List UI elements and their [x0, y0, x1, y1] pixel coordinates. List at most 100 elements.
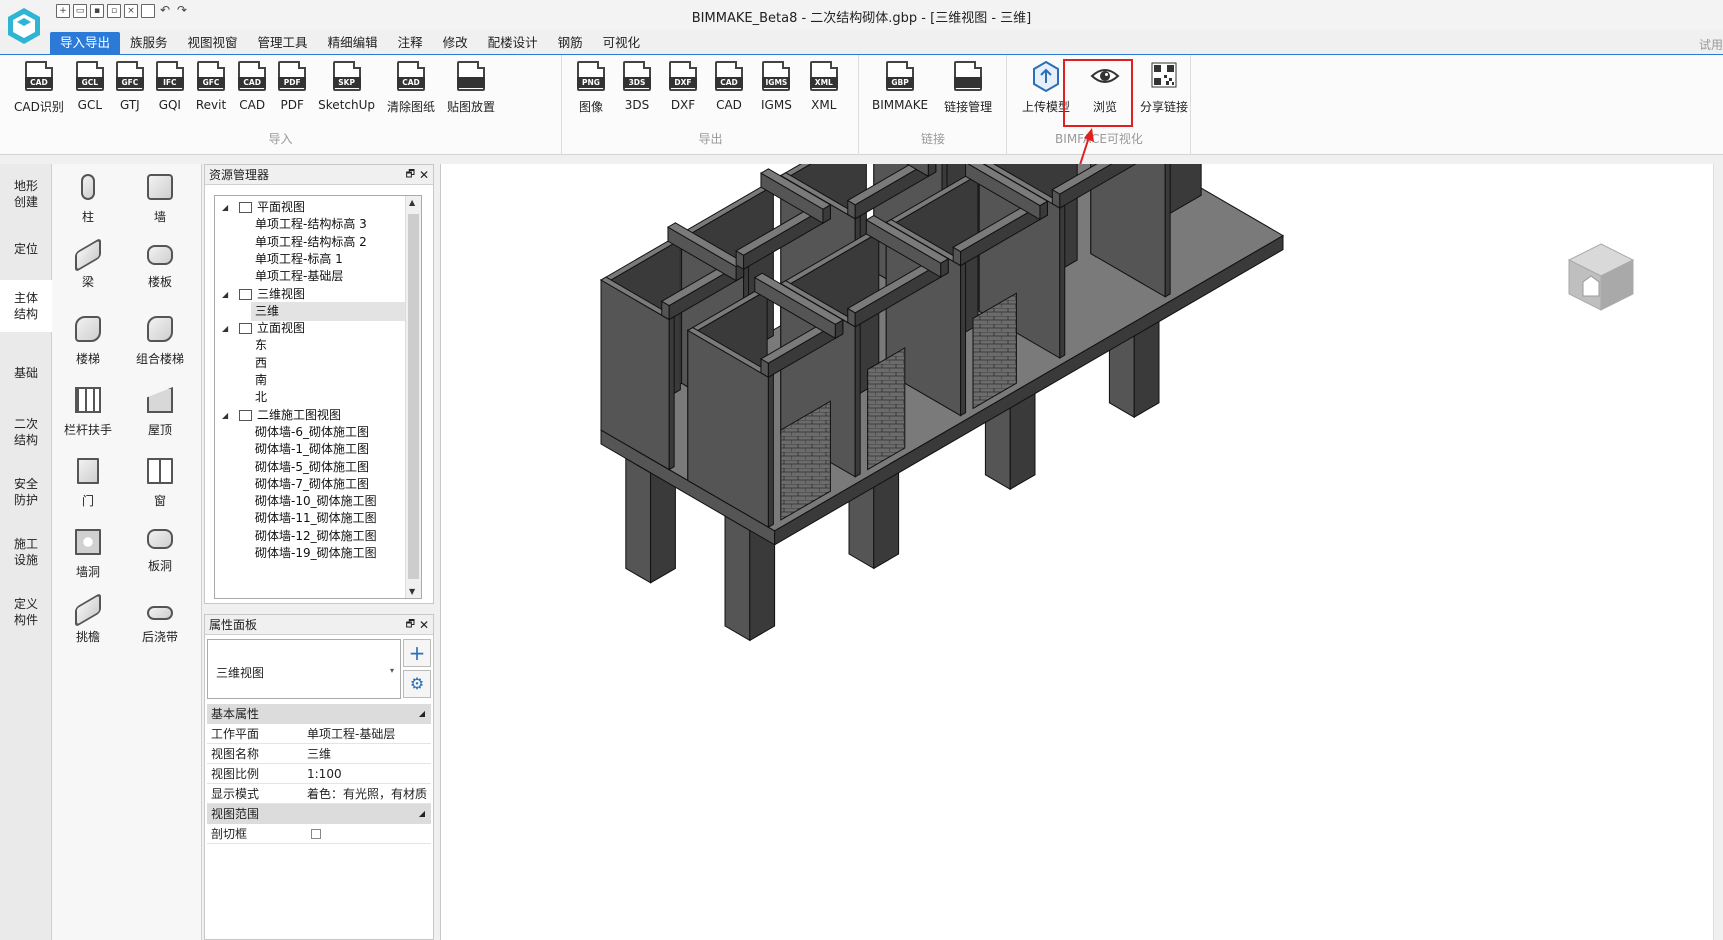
tab-family-service[interactable]: 族服务 — [120, 32, 178, 54]
column-icon — [81, 174, 95, 200]
property-value[interactable]: 单项工程-基础层 — [307, 724, 395, 744]
scroll-up-icon[interactable]: ▲ — [409, 198, 415, 207]
tree-leaf-node[interactable]: 三维 — [251, 301, 421, 321]
rail-construction-facility[interactable]: 施工设施 — [0, 532, 52, 572]
property-value[interactable]: 1:100 — [307, 764, 342, 784]
tab-annotate[interactable]: 注释 — [388, 32, 433, 54]
scroll-down-icon[interactable]: ▼ — [409, 587, 415, 596]
close-icon[interactable]: ✕ — [419, 615, 429, 635]
gcl-import-button[interactable]: GCL GCL — [74, 59, 106, 115]
link-manage-button[interactable]: 链接管理 — [942, 59, 994, 115]
export-xml-button[interactable]: XML XML — [808, 59, 840, 115]
palette-column[interactable]: 柱 — [52, 174, 124, 225]
add-type-button[interactable]: + — [403, 639, 431, 667]
tree-node-label: 东 — [255, 338, 268, 353]
palette-post-pour-strip[interactable]: 后浇带 — [124, 600, 196, 645]
palette-combined-stairs[interactable]: 组合楼梯 — [124, 316, 196, 367]
pdf-icon: PDF — [278, 61, 307, 91]
window-title: BIMMAKE_Beta8 - 二次结构砌体.gbp - [三维视图 - 三维] — [691, 11, 1032, 26]
tree-scrollbar[interactable]: ▲ ▼ — [405, 196, 421, 598]
palette-door[interactable]: 门 — [52, 458, 124, 509]
expand-toggle-icon[interactable]: ◢ — [222, 285, 228, 304]
building-masses — [600, 164, 1284, 642]
property-panel-title: 属性面板 — [209, 618, 258, 632]
view-type-select[interactable]: 三维视图 ▾ — [207, 639, 401, 699]
section-basic-properties[interactable]: 基本属性 ◢ — [207, 704, 431, 724]
rail-secondary-structure[interactable]: 二次结构 — [0, 412, 52, 452]
view-folder-icon — [239, 323, 252, 335]
tab-visualize[interactable]: 可视化 — [593, 32, 651, 54]
cad-recognize-button[interactable]: CAD CAD识别 — [12, 59, 66, 115]
export-image-button[interactable]: PNG 图像 — [575, 59, 607, 115]
gqi-import-button[interactable]: IFC GQI — [154, 59, 186, 115]
beam-icon — [75, 237, 101, 273]
palette-slab-opening[interactable]: 板洞 — [124, 529, 196, 574]
tab-fine-edit[interactable]: 精细编辑 — [318, 32, 388, 54]
palette-railing[interactable]: 栏杆扶手 — [52, 387, 124, 438]
palette-roof[interactable]: 屋顶 — [124, 387, 196, 438]
property-panel-header: 属性面板 🗗 ✕ — [205, 615, 433, 635]
gtj-import-button[interactable]: GFC GTJ — [114, 59, 146, 115]
tab-view-window[interactable]: 视图视窗 — [178, 32, 248, 54]
gqi-icon: IFC — [155, 61, 184, 91]
rail-main-structure[interactable]: 主体结构 — [0, 280, 52, 332]
expand-toggle-icon[interactable]: ◢ — [222, 319, 228, 338]
pin-icon[interactable]: 🗗 — [406, 615, 415, 635]
property-value[interactable]: 三维 — [307, 744, 331, 764]
expand-toggle-icon[interactable]: ◢ — [222, 198, 228, 217]
pillar-4-side — [724, 515, 751, 642]
export-cad-button[interactable]: CAD CAD — [713, 59, 745, 115]
place-texture-button[interactable]: 贴图放置 — [445, 59, 497, 115]
tab-floor-design[interactable]: 配楼设计 — [478, 32, 548, 54]
export-igms-button[interactable]: IGMS IGMS — [759, 59, 794, 115]
bimmake-link-button[interactable]: GBP BIMMAKE — [870, 59, 930, 115]
sketchup-import-button[interactable]: SKP SketchUp — [316, 59, 377, 115]
tree-node-label: 单项工程-结构标高 3 — [255, 217, 367, 232]
highlight-box — [1063, 59, 1133, 127]
cad-recognize-icon: CAD — [24, 61, 53, 91]
rail-foundation[interactable]: 基础 — [0, 360, 52, 386]
palette-slab[interactable]: 楼板 — [124, 245, 196, 290]
palette-window[interactable]: 窗 — [124, 458, 196, 509]
tab-modify[interactable]: 修改 — [433, 32, 478, 54]
palette-wall[interactable]: 墙 — [124, 174, 196, 225]
palette-eaves[interactable]: 挑檐 — [52, 592, 124, 645]
rail-define-component[interactable]: 定义构件 — [0, 592, 52, 632]
rail-terrain[interactable]: 地形创建 — [0, 174, 52, 214]
cad-export-icon: CAD — [715, 61, 743, 91]
property-value[interactable]: 着色：有光照，有材质 — [307, 784, 427, 804]
tab-rebar[interactable]: 钢筋 — [548, 32, 593, 54]
property-row: 显示模式 着色：有光照，有材质 — [207, 784, 431, 804]
tree-scroll-thumb[interactable] — [408, 214, 419, 579]
tab-manage-tools[interactable]: 管理工具 — [248, 32, 318, 54]
rail-position[interactable]: 定位 — [0, 236, 52, 262]
export-dxf-button[interactable]: DXF DXF — [667, 59, 699, 115]
tree-node-label: 北 — [255, 390, 268, 405]
wall-w-9-front — [1164, 164, 1171, 298]
palette-stairs[interactable]: 楼梯 — [52, 316, 124, 367]
tree-node-label: 砌体墙-7_砌体施工图 — [255, 476, 369, 491]
3d-viewport[interactable] — [440, 164, 1723, 940]
viewport-scrollbar[interactable] — [1713, 164, 1723, 940]
cad-icon: CAD — [238, 61, 267, 91]
share-link-button[interactable]: 分享链接 — [1138, 59, 1190, 115]
palette-wall-opening[interactable]: 墙洞 — [52, 529, 124, 580]
import-group-title: 导入 — [268, 132, 293, 146]
building-3d-model[interactable] — [441, 164, 1711, 940]
section-view-range[interactable]: 视图范围 ◢ — [207, 804, 431, 824]
expand-toggle-icon[interactable]: ◢ — [222, 406, 228, 425]
tree-node-label: 砌体墙-19_砌体施工图 — [255, 546, 377, 560]
pdf-import-button[interactable]: PDF PDF — [276, 59, 308, 115]
pin-icon[interactable]: 🗗 — [406, 165, 415, 185]
close-icon[interactable]: ✕ — [419, 165, 429, 185]
edit-type-button[interactable]: ⚙ — [403, 670, 431, 698]
section-box-checkbox[interactable] — [311, 829, 321, 839]
palette-beam[interactable]: 梁 — [52, 237, 124, 290]
view-cube-icon[interactable] — [1561, 238, 1641, 318]
tab-import-export[interactable]: 导入导出 — [50, 32, 121, 54]
revit-import-button[interactable]: GFC Revit — [194, 59, 228, 115]
clear-drawing-button[interactable]: CAD 清除图纸 — [385, 59, 437, 115]
rail-safety[interactable]: 安全防护 — [0, 472, 52, 512]
export-3ds-button[interactable]: 3DS 3DS — [621, 59, 653, 115]
cad-import-button[interactable]: CAD CAD — [236, 59, 268, 115]
